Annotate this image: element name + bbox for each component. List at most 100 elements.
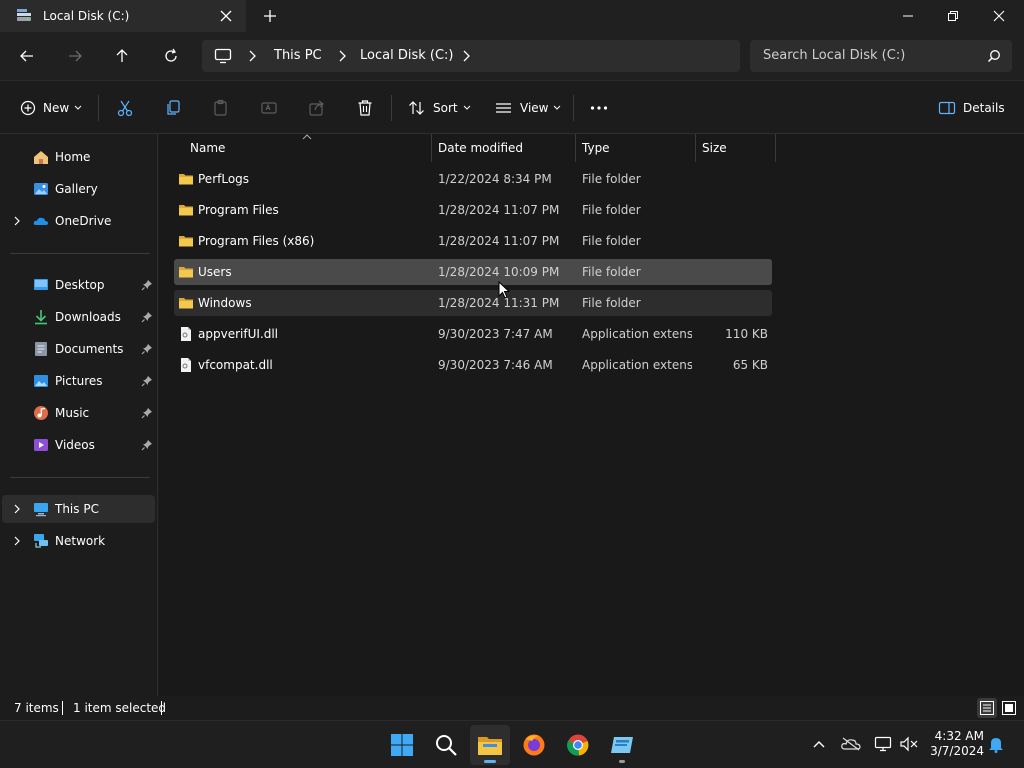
column-header-name[interactable]: Name xyxy=(184,134,432,162)
sidebar-item-gallery[interactable]: Gallery xyxy=(2,175,155,203)
sidebar-item-home[interactable]: Home xyxy=(2,143,155,171)
taskbar-firefox[interactable] xyxy=(514,725,554,765)
cut-button[interactable] xyxy=(116,96,134,120)
new-tab-icon[interactable] xyxy=(262,8,278,24)
column-header-date[interactable]: Date modified xyxy=(432,134,576,162)
close-tab-icon[interactable] xyxy=(218,8,234,24)
file-row-perflogs[interactable]: PerfLogs 1/22/2024 8:34 PM File folder xyxy=(174,166,772,192)
sidebar-item-onedrive[interactable]: OneDrive xyxy=(2,207,155,235)
bell-icon xyxy=(989,738,1003,753)
share-button[interactable] xyxy=(308,96,326,120)
search-box[interactable]: Search Local Disk (C:) xyxy=(750,40,1012,72)
taskbar-file-explorer[interactable] xyxy=(470,725,510,765)
sidebar-item-desktop[interactable]: Desktop xyxy=(2,271,155,299)
onedrive-tray-button[interactable] xyxy=(840,733,862,755)
volume-tray-button[interactable] xyxy=(898,733,920,755)
more-icon xyxy=(590,106,608,110)
network-tray-button[interactable] xyxy=(872,733,894,755)
taskbar-search-button[interactable] xyxy=(426,725,466,765)
close-window-button[interactable] xyxy=(976,0,1022,32)
sidebar-item-music[interactable]: Music xyxy=(2,399,155,427)
taskbar-app-window[interactable] xyxy=(602,725,642,765)
search-input[interactable]: Search Local Disk (C:) xyxy=(763,48,905,63)
gallery-icon xyxy=(34,183,48,195)
column-header-type[interactable]: Type xyxy=(576,134,696,162)
sidebar-item-label: Music xyxy=(55,406,90,420)
maximize-button[interactable] xyxy=(930,0,976,32)
folder-icon xyxy=(179,267,193,278)
file-row-users[interactable]: Users 1/28/2024 10:09 PM File folder xyxy=(174,259,772,285)
sidebar-item-label: Documents xyxy=(55,342,124,356)
sidebar-item-pictures[interactable]: Pictures xyxy=(2,367,155,395)
chevron-right-icon[interactable] xyxy=(246,49,258,63)
sidebar-item-label: Network xyxy=(55,534,106,548)
details-pane-button[interactable]: Details xyxy=(938,96,1005,120)
chevron-right-icon[interactable] xyxy=(12,215,22,227)
sort-button[interactable]: Sort xyxy=(408,96,471,120)
share-icon xyxy=(309,100,324,116)
forward-button[interactable] xyxy=(63,44,87,68)
file-name: PerfLogs xyxy=(198,172,250,186)
pin-icon[interactable] xyxy=(141,375,153,387)
title-bar: Local Disk (C:) xyxy=(0,0,1024,32)
pin-icon[interactable] xyxy=(141,343,153,355)
file-row-windows[interactable]: Windows 1/28/2024 11:31 PM File folder xyxy=(174,290,772,316)
show-hidden-icons-button[interactable] xyxy=(808,733,830,755)
file-size: 65 KB xyxy=(732,358,768,372)
pin-icon[interactable] xyxy=(141,311,153,323)
close-icon xyxy=(993,10,1005,22)
windows-logo-icon xyxy=(391,734,413,756)
tiles-view-toggle[interactable] xyxy=(999,698,1019,718)
column-header-size[interactable]: Size xyxy=(696,134,776,162)
pin-icon[interactable] xyxy=(141,279,153,291)
view-button[interactable]: View xyxy=(495,96,561,120)
sidebar-item-this-pc[interactable]: This PC xyxy=(2,495,155,523)
file-name: Users xyxy=(198,265,232,279)
status-divider xyxy=(62,701,63,715)
network-icon xyxy=(34,534,48,548)
breadcrumb-local-disk[interactable]: Local Disk (C:) xyxy=(360,48,453,64)
downloads-icon xyxy=(35,310,47,325)
details-view-toggle[interactable] xyxy=(977,698,997,718)
start-button[interactable] xyxy=(382,725,422,765)
file-date: 1/28/2024 11:07 PM xyxy=(438,203,560,217)
sidebar-item-videos[interactable]: Videos xyxy=(2,431,155,459)
taskbar-clock[interactable]: 4:32 AM 3/7/2024 xyxy=(924,729,984,759)
taskbar-chrome[interactable] xyxy=(558,725,598,765)
pin-icon[interactable] xyxy=(141,407,153,419)
paste-button[interactable] xyxy=(212,96,230,120)
refresh-button[interactable] xyxy=(159,44,183,68)
file-row-program-files-x86[interactable]: Program Files (x86) 1/28/2024 11:07 PM F… xyxy=(174,228,772,254)
chevron-right-icon[interactable] xyxy=(12,535,22,547)
file-list: Name Date modified Type Size PerfLogs 1/… xyxy=(159,134,1024,696)
chevron-right-icon[interactable] xyxy=(460,49,472,63)
delete-button[interactable] xyxy=(356,96,374,120)
address-bar[interactable]: This PC Local Disk (C:) xyxy=(202,40,740,72)
chevron-right-icon[interactable] xyxy=(336,49,348,63)
more-options-button[interactable] xyxy=(590,96,608,120)
file-name: Windows xyxy=(198,296,252,310)
breadcrumb-this-pc[interactable]: This PC xyxy=(274,48,322,64)
copy-button[interactable] xyxy=(164,96,182,120)
file-row-program-files[interactable]: Program Files 1/28/2024 11:07 PM File fo… xyxy=(174,197,772,223)
tab-local-disk[interactable]: Local Disk (C:) xyxy=(0,0,246,32)
notifications-button[interactable] xyxy=(985,733,1007,755)
file-row-appverifui[interactable]: appverifUI.dll 9/30/2023 7:47 AM Applica… xyxy=(174,321,772,347)
back-button[interactable] xyxy=(15,44,39,68)
sidebar-item-documents[interactable]: Documents xyxy=(2,335,155,363)
sidebar-divider xyxy=(10,477,150,478)
file-row-vfcompat[interactable]: vfcompat.dll 9/30/2023 7:46 AM Applicati… xyxy=(174,352,772,378)
new-button[interactable]: New xyxy=(20,96,82,120)
rename-button[interactable] xyxy=(260,96,278,120)
minimize-button[interactable] xyxy=(885,0,931,32)
cloud-off-icon xyxy=(841,737,861,751)
onedrive-icon xyxy=(33,217,48,225)
up-button[interactable] xyxy=(110,44,134,68)
search-icon[interactable] xyxy=(987,49,1001,63)
volume-muted-icon xyxy=(900,736,918,752)
desktop-icon xyxy=(34,279,48,290)
pin-icon[interactable] xyxy=(141,439,153,451)
sidebar-item-network[interactable]: Network xyxy=(2,527,155,555)
chevron-right-icon[interactable] xyxy=(12,503,22,515)
sidebar-item-downloads[interactable]: Downloads xyxy=(2,303,155,331)
